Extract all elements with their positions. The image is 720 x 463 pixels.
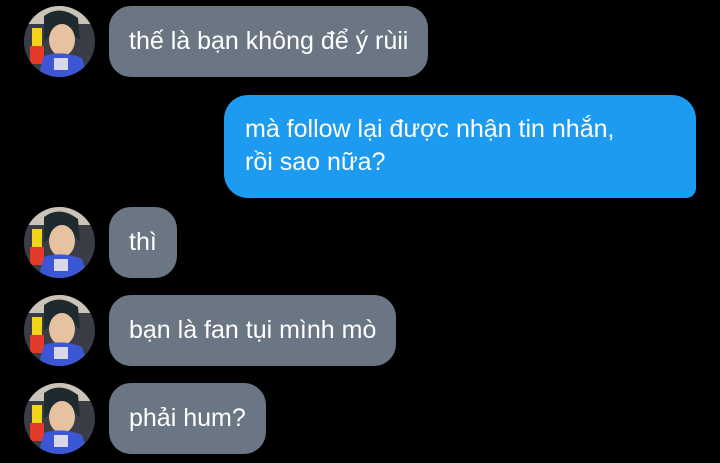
contact-avatar[interactable] (24, 383, 95, 454)
outgoing-message-bubble[interactable]: mà follow lại được nhận tin nhắn, rồi sa… (224, 95, 696, 198)
avatar-photo-icon (24, 207, 95, 278)
message-text-line-2: rồi sao nữa? (245, 148, 386, 176)
incoming-message-bubble[interactable]: bạn là fan tụi mình mò (109, 295, 397, 366)
avatar-photo-icon (24, 295, 95, 366)
chat-thread: thế là bạn không để ý rùii mà follow lại… (0, 0, 720, 463)
message-text: bạn là fan tụi mình mò (129, 316, 377, 344)
contact-avatar[interactable] (24, 6, 95, 77)
message-text-line-1: mà follow lại được nhận tin nhắn, (245, 115, 615, 143)
contact-avatar[interactable] (24, 295, 95, 366)
incoming-message-bubble[interactable]: thì (109, 207, 177, 278)
incoming-message-bubble[interactable]: phải hum? (109, 383, 266, 454)
message-text: phải hum? (129, 404, 246, 432)
avatar-photo-icon (24, 6, 95, 77)
avatar-photo-icon (24, 383, 95, 454)
incoming-message-bubble[interactable]: thế là bạn không để ý rùii (109, 6, 429, 77)
message-text: thì (129, 228, 157, 256)
contact-avatar[interactable] (24, 207, 95, 278)
message-text: thế là bạn không để ý rùii (129, 27, 409, 55)
